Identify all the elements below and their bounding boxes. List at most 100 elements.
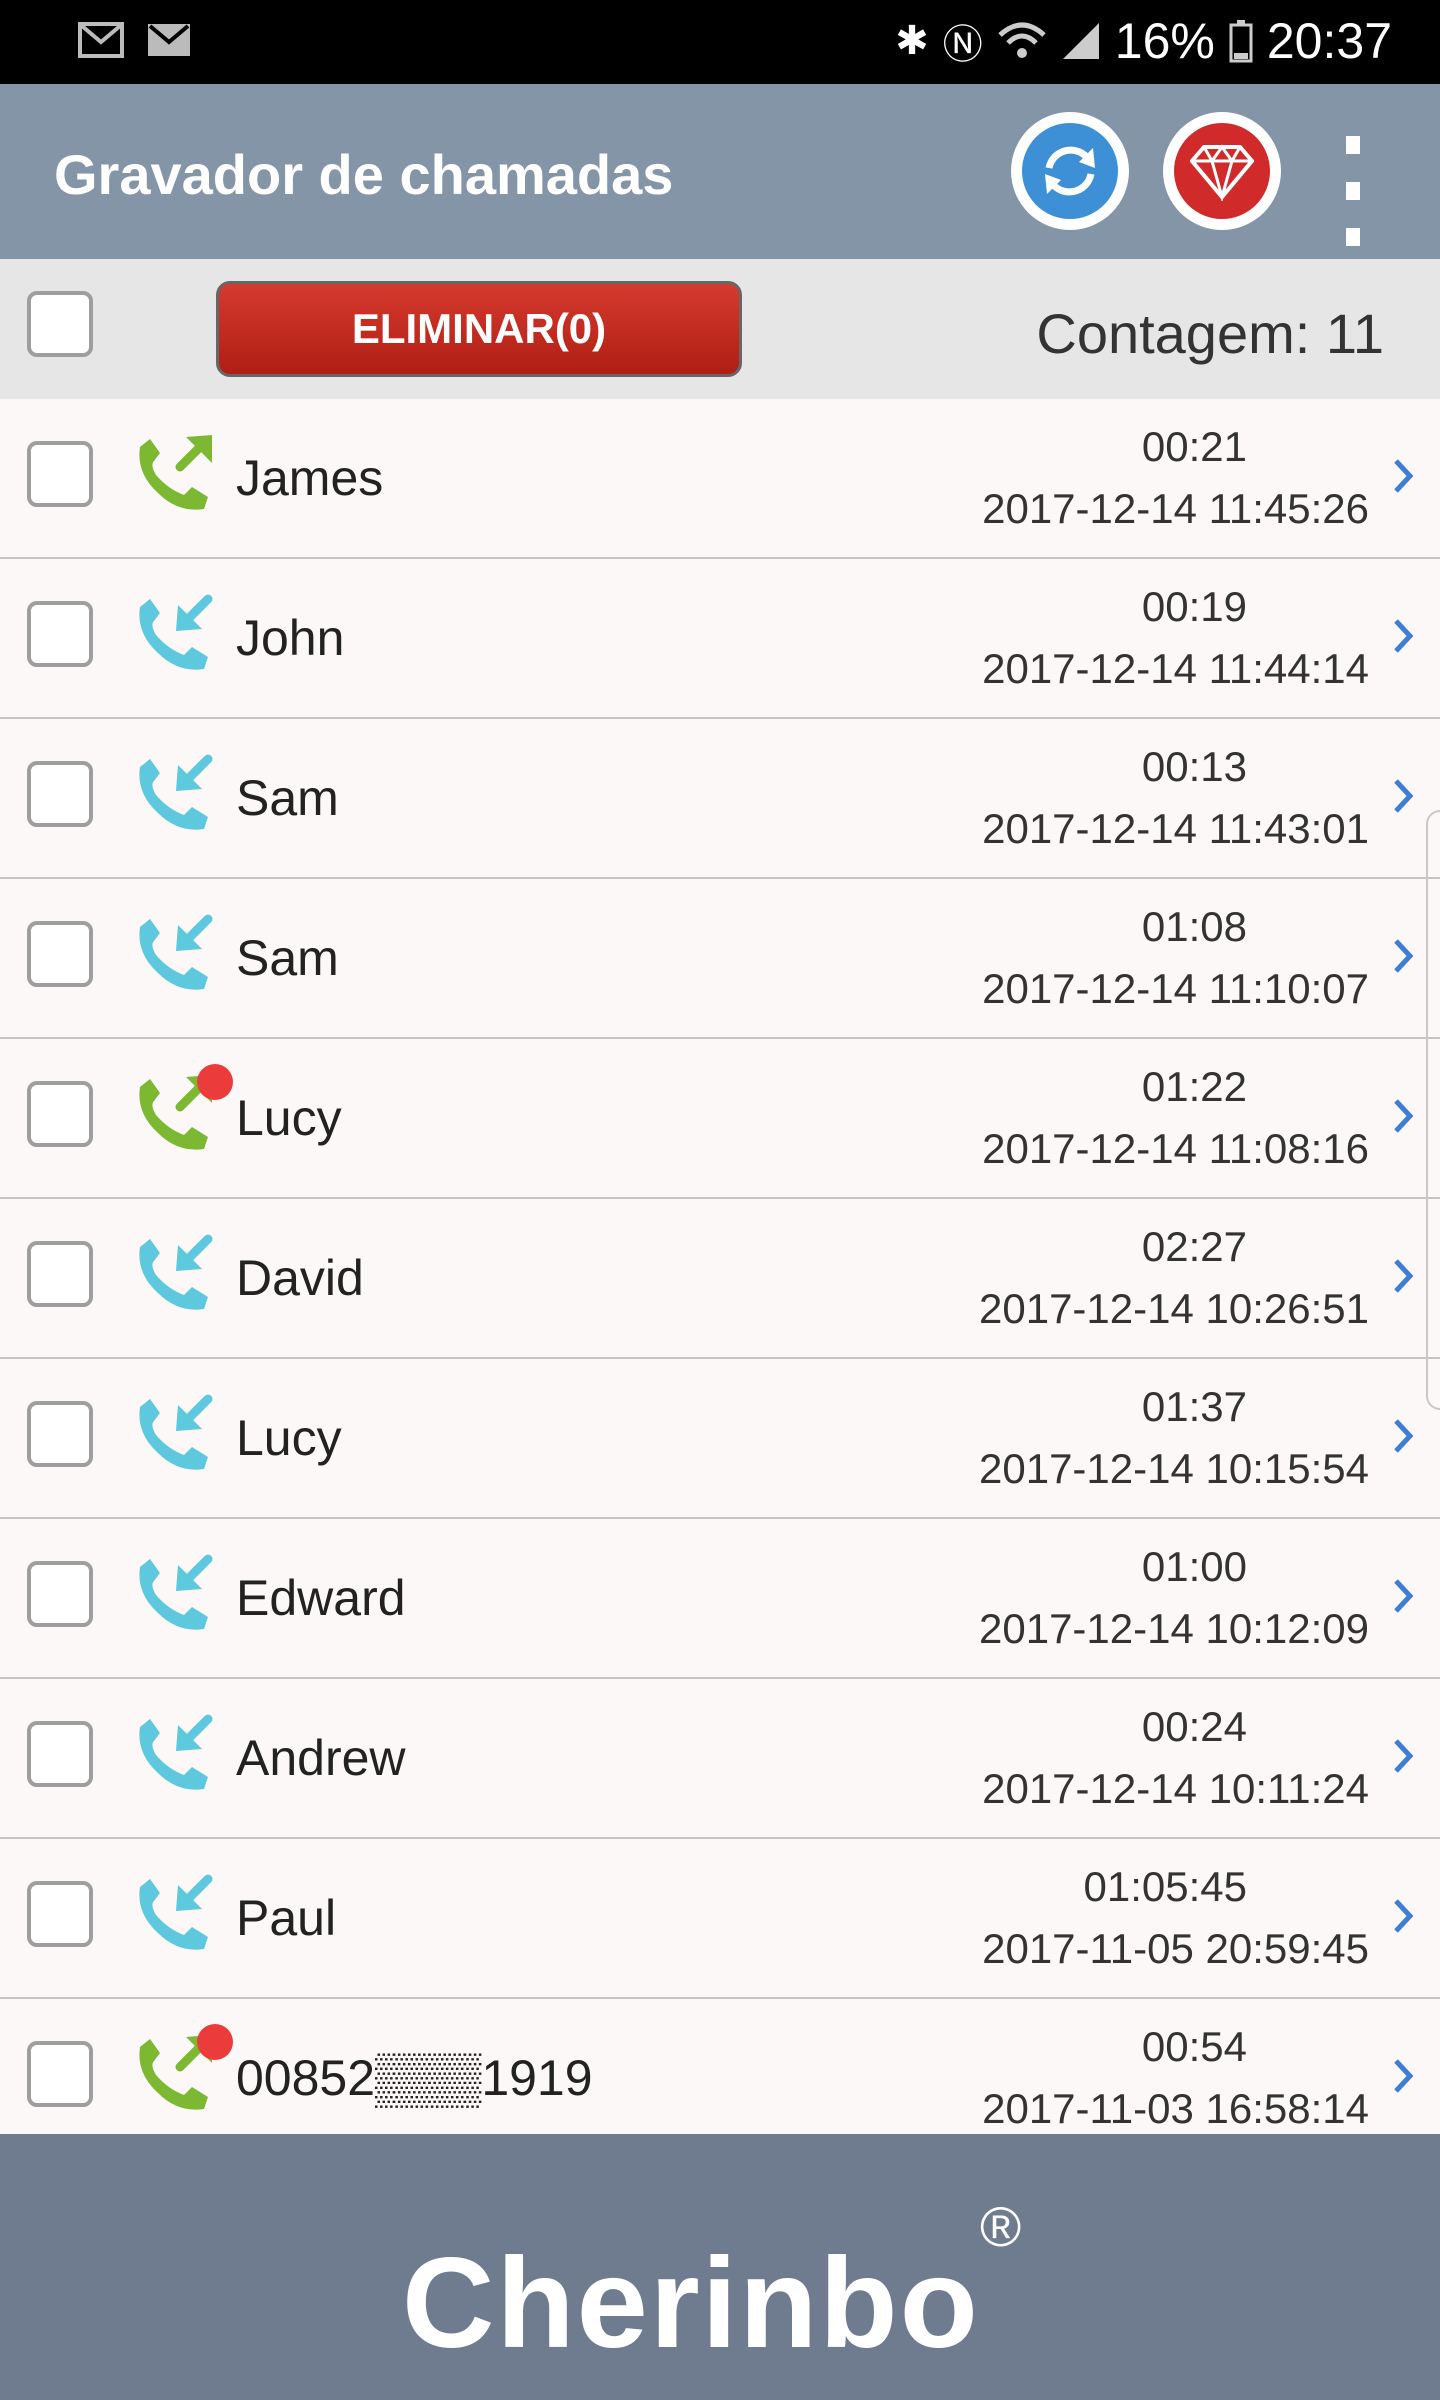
chevron-right-icon bbox=[1394, 1739, 1414, 1773]
row-checkbox[interactable] bbox=[27, 1241, 93, 1307]
delete-button[interactable]: ELIMINAR(0) bbox=[216, 281, 742, 377]
chevron-right-icon bbox=[1394, 779, 1414, 813]
sync-button[interactable] bbox=[1011, 112, 1129, 230]
chevron-right-icon bbox=[1394, 1419, 1414, 1453]
call-duration: 01:05:45 bbox=[1083, 1863, 1248, 1910]
call-duration: 01:00 bbox=[1141, 1543, 1247, 1590]
row-checkbox[interactable] bbox=[27, 1561, 93, 1627]
call-datetime: 2017-12-14 11:43:01 bbox=[982, 805, 1369, 852]
footer-banner: Cherinbo ® bbox=[0, 2134, 1440, 2400]
incoming-call-icon bbox=[128, 909, 218, 999]
app-bar: Gravador de chamadas bbox=[0, 84, 1440, 259]
call-datetime: 2017-12-14 10:15:54 bbox=[979, 1445, 1369, 1492]
gmail-icon bbox=[78, 22, 124, 58]
contact-name: James bbox=[236, 450, 384, 506]
call-row[interactable]: James 00:21 2017-12-14 11:45:26 bbox=[0, 399, 1440, 559]
status-bar: ✱ Ⓝ 16% 20:37 bbox=[0, 0, 1440, 84]
chevron-right-icon bbox=[1394, 1579, 1414, 1613]
call-row[interactable]: Sam 01:08 2017-12-14 11:10:07 bbox=[0, 879, 1440, 1039]
chevron-right-icon bbox=[1394, 619, 1414, 653]
contact-name: 00852▒▒▒1919 bbox=[236, 2050, 593, 2106]
call-row[interactable]: Sam 00:13 2017-12-14 11:43:01 bbox=[0, 719, 1440, 879]
outgoing-call-icon bbox=[128, 429, 218, 519]
contact-name: Paul bbox=[236, 1890, 337, 1946]
call-row[interactable]: Paul 01:05:45 2017-11-05 20:59:45 bbox=[0, 1839, 1440, 1999]
diamond-icon bbox=[1174, 123, 1270, 219]
call-row[interactable]: Lucy 01:37 2017-12-14 10:15:54 bbox=[0, 1359, 1440, 1519]
call-row[interactable]: David 02:27 2017-12-14 10:26:51 bbox=[0, 1199, 1440, 1359]
signal-icon bbox=[1062, 23, 1099, 59]
clock: 20:37 bbox=[1266, 13, 1392, 69]
call-row[interactable]: Edward 01:00 2017-12-14 10:12:09 bbox=[0, 1519, 1440, 1679]
sync-icon bbox=[1022, 123, 1118, 219]
call-duration: 00:13 bbox=[1141, 743, 1247, 790]
row-checkbox[interactable] bbox=[27, 921, 93, 987]
bluetooth-icon: ✱ bbox=[895, 19, 929, 63]
incoming-call-icon bbox=[128, 1709, 218, 1799]
call-row[interactable]: Lucy 01:22 2017-12-14 11:08:16 bbox=[0, 1039, 1440, 1199]
more-vert-icon[interactable] bbox=[1330, 136, 1376, 246]
call-row[interactable]: John 00:19 2017-12-14 11:44:14 bbox=[0, 559, 1440, 719]
chevron-right-icon bbox=[1394, 2059, 1414, 2093]
row-checkbox[interactable] bbox=[27, 2041, 93, 2107]
call-duration: 00:19 bbox=[1141, 583, 1247, 630]
row-checkbox[interactable] bbox=[27, 1401, 93, 1467]
contact-name: Lucy bbox=[236, 1410, 342, 1466]
premium-button[interactable] bbox=[1163, 112, 1281, 230]
contact-name: Sam bbox=[236, 770, 339, 826]
incoming-call-icon bbox=[128, 1549, 218, 1639]
chevron-right-icon bbox=[1394, 1899, 1414, 1933]
call-datetime: 2017-12-14 11:10:07 bbox=[982, 965, 1369, 1012]
brand-logo: Cherinbo bbox=[402, 2232, 980, 2375]
incoming-call-icon bbox=[128, 589, 218, 679]
call-datetime: 2017-11-05 20:59:45 bbox=[982, 1925, 1369, 1972]
registered-mark: ® bbox=[980, 2195, 1022, 2258]
call-duration: 00:21 bbox=[1141, 423, 1247, 470]
selection-toolbar: ELIMINAR(0) Contagem: 11 bbox=[0, 259, 1440, 399]
incoming-call-icon bbox=[128, 749, 218, 839]
row-checkbox[interactable] bbox=[27, 441, 93, 507]
contact-name: Andrew bbox=[236, 1730, 406, 1786]
notification-icons bbox=[78, 20, 192, 60]
new-recording-dot bbox=[197, 1064, 233, 1100]
select-all-checkbox[interactable] bbox=[27, 291, 93, 357]
wifi-icon bbox=[998, 22, 1046, 58]
chevron-right-icon bbox=[1394, 1099, 1414, 1133]
call-datetime: 2017-12-14 10:26:51 bbox=[979, 1285, 1369, 1332]
record-count: Contagem: 11 bbox=[1036, 302, 1384, 365]
row-checkbox[interactable] bbox=[27, 761, 93, 827]
scrollbar[interactable] bbox=[1426, 810, 1440, 1410]
incoming-call-icon bbox=[128, 1869, 218, 1959]
call-duration: 00:24 bbox=[1141, 1703, 1247, 1750]
row-checkbox[interactable] bbox=[27, 1881, 93, 1947]
call-datetime: 2017-12-14 11:45:26 bbox=[982, 485, 1369, 532]
call-datetime: 2017-12-14 10:11:24 bbox=[982, 1765, 1369, 1812]
row-checkbox[interactable] bbox=[27, 601, 93, 667]
call-duration: 00:54 bbox=[1141, 2023, 1247, 2070]
incoming-call-icon bbox=[128, 1229, 218, 1319]
nfc-icon: Ⓝ bbox=[942, 23, 983, 67]
chevron-right-icon bbox=[1394, 939, 1414, 973]
contact-name: Edward bbox=[236, 1570, 406, 1626]
call-list: James 00:21 2017-12-14 11:45:26 John 00:19 20… bbox=[0, 399, 1440, 2159]
row-checkbox[interactable] bbox=[27, 1081, 93, 1147]
call-duration: 01:22 bbox=[1141, 1063, 1247, 1110]
chevron-right-icon bbox=[1394, 1259, 1414, 1293]
battery-icon bbox=[1229, 20, 1253, 63]
call-row[interactable]: Andrew 00:24 2017-12-14 10:11:24 bbox=[0, 1679, 1440, 1839]
contact-name: Lucy bbox=[236, 1090, 342, 1146]
incoming-call-icon bbox=[128, 1389, 218, 1479]
call-datetime: 2017-12-14 11:08:16 bbox=[982, 1125, 1369, 1172]
call-datetime: 2017-12-14 10:12:09 bbox=[979, 1605, 1369, 1652]
battery-percent: 16% bbox=[1114, 13, 1215, 69]
new-recording-dot bbox=[197, 2024, 233, 2060]
mail-icon bbox=[148, 24, 190, 56]
contact-name: David bbox=[236, 1250, 364, 1306]
call-datetime: 2017-12-14 11:44:14 bbox=[982, 645, 1369, 692]
contact-name: John bbox=[236, 610, 345, 666]
chevron-right-icon bbox=[1394, 459, 1414, 493]
row-checkbox[interactable] bbox=[27, 1721, 93, 1787]
system-status: ✱ Ⓝ 16% 20:37 bbox=[895, 12, 1392, 70]
call-duration: 02:27 bbox=[1141, 1223, 1247, 1270]
call-duration: 01:37 bbox=[1141, 1383, 1247, 1430]
